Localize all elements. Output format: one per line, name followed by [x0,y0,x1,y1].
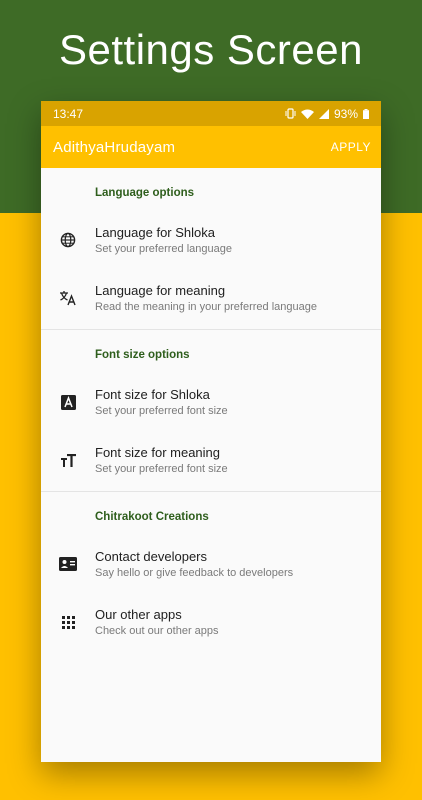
setting-title: Language for meaning [95,283,226,298]
font-box-icon [41,394,95,410]
setting-title: Font size for meaning [95,445,221,460]
setting-subtitle: Set your preferred language [95,243,232,255]
section-font-size-options: Font size options Font size for Shloka S… [41,330,381,492]
translate-icon [41,290,95,306]
promo-title: Settings Screen [58,26,363,73]
signal-icon [318,108,329,119]
text-size-icon [41,453,95,467]
wifi-icon [300,109,314,119]
contact-card-icon [41,557,95,571]
setting-subtitle: Read the meaning in your preferred langu… [95,301,317,313]
section-language-options: Language options Language for Shloka Set… [41,168,381,330]
app-title: AdithyaHrudayam [53,138,176,156]
setting-subtitle: Set your preferred font size [95,463,228,475]
setting-title: Language for Shloka [95,225,215,240]
battery-percent: 93% [333,106,358,121]
status-icons: 93% [285,107,369,121]
globe-icon [41,232,95,248]
section-header: Language options [95,187,195,199]
status-time: 13:47 [53,106,84,121]
setting-title: Contact developers [95,549,208,564]
setting-title: Font size for Shloka [95,387,210,402]
setting-language-shloka[interactable]: Language for Shloka Set your preferred l… [41,211,381,269]
section-header: Chitrakoot Creations [95,511,209,523]
setting-other-apps[interactable]: Our other apps Check out our other apps [41,593,381,651]
apply-button[interactable]: APPLY [331,140,371,154]
setting-subtitle: Say hello or give feedback to developers [95,567,294,579]
app-bar: AdithyaHrudayam APPLY [41,126,381,168]
setting-font-size-shloka[interactable]: Font size for Shloka Set your preferred … [41,373,381,431]
setting-title: Our other apps [95,607,182,622]
apps-grid-icon [41,615,95,629]
battery-icon [363,108,369,119]
setting-subtitle: Set your preferred font size [95,405,228,417]
section-chitrakoot-creations: Chitrakoot Creations Contact developers … [41,492,381,651]
phone-screen: 13:47 93% AdithyaHrudayam APPLY Language… [41,101,381,762]
status-bar: 13:47 93% [41,101,381,126]
setting-subtitle: Check out our other apps [95,625,219,637]
setting-contact-developers[interactable]: Contact developers Say hello or give fee… [41,535,381,593]
setting-language-meaning[interactable]: Language for meaning Read the meaning in… [41,269,381,327]
setting-font-size-meaning[interactable]: Font size for meaning Set your preferred… [41,431,381,489]
vibrate-icon [285,108,296,119]
section-header: Font size options [95,349,190,361]
